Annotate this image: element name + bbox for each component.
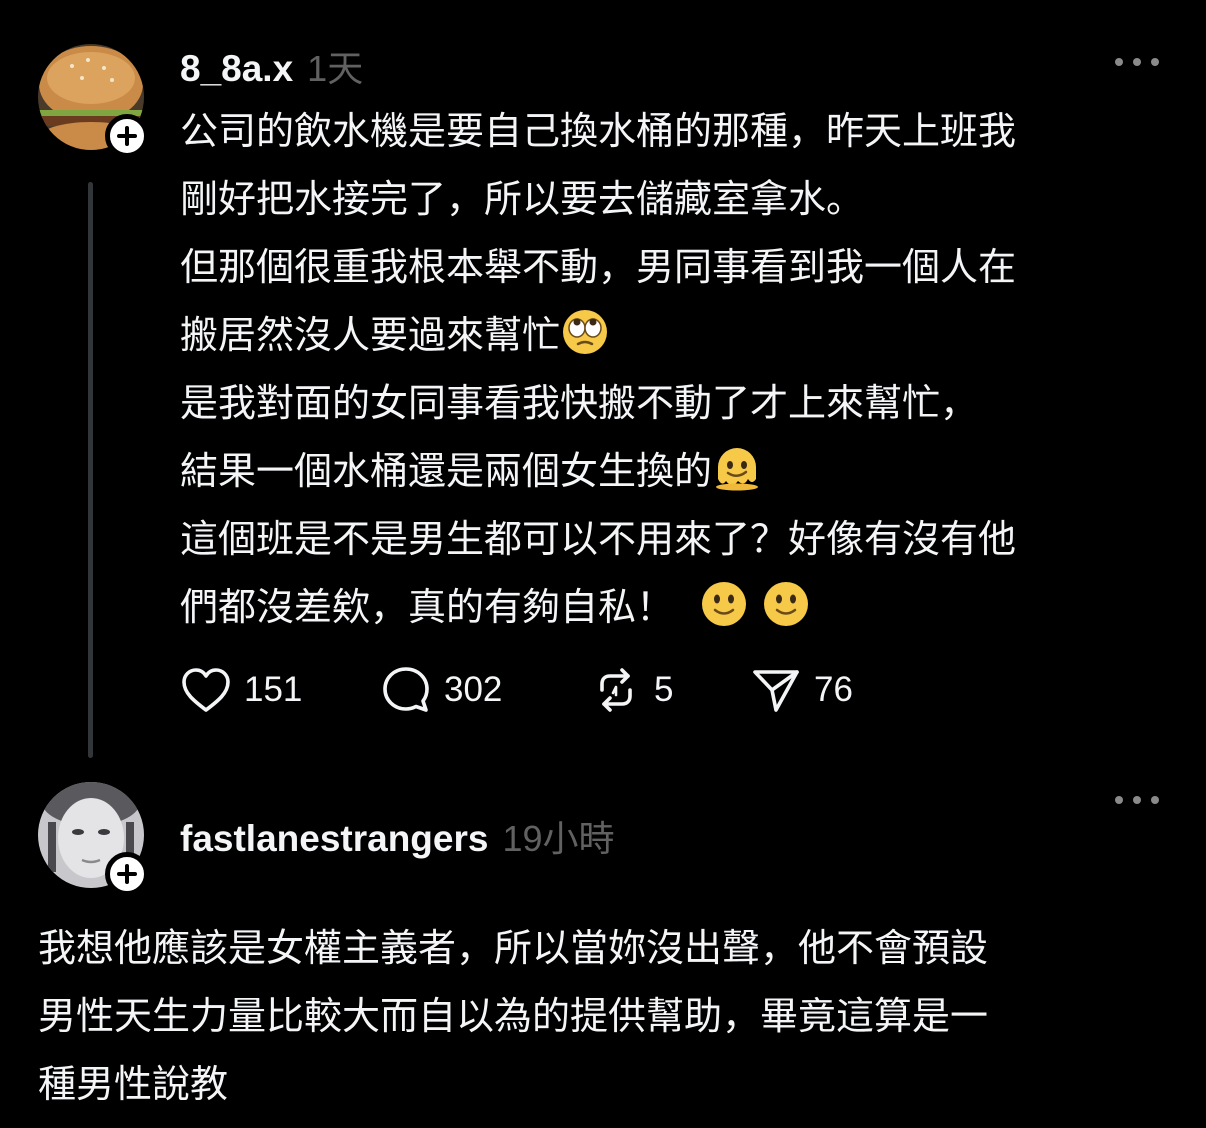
send-icon — [753, 670, 799, 712]
heart-icon — [182, 668, 230, 712]
share-count: 76 — [814, 670, 853, 709]
text-line: 是我對面的女同事看我快搬不動了才上來幫忙， — [180, 383, 979, 425]
slightly-smiling-face-emoji — [701, 582, 746, 626]
eye-roll-emoji — [563, 310, 608, 354]
post-text: 我想他應該是女權主義者，所以當妳沒出聲，他不會預設 男性天生力量比較大而自以為的… — [38, 915, 988, 1119]
text-line: 我想他應該是女權主義者，所以當妳沒出聲，他不會預設 — [38, 928, 989, 970]
plus-icon — [117, 126, 137, 146]
reply-card: fastlanestrangers 19小時 我想他應該是女權主義者，所以當妳沒… — [0, 770, 1206, 1128]
text-line: 結果一個水桶還是兩個女生換的 — [180, 451, 713, 493]
text-line: 公司的飲水機是要自己換水桶的那種，昨天上班我 — [180, 111, 1017, 153]
comment-button[interactable]: 302 — [380, 664, 590, 716]
repost-icon — [600, 668, 632, 712]
melting-face-emoji — [716, 448, 759, 491]
like-count: 151 — [244, 670, 303, 709]
comment-bubble-icon — [383, 667, 429, 712]
username[interactable]: fastlanestrangers — [180, 818, 488, 860]
post-text: 公司的飲水機是要自己換水桶的那種，昨天上班我 剛好把水接完了，所以要去儲藏室拿水… — [180, 98, 1016, 642]
comment-count: 302 — [444, 670, 503, 709]
post-card: 8_8a.x 1天 公司的飲水機是要自己換水桶的那種，昨天上班我 剛好把水接完了… — [0, 0, 1206, 770]
slightly-smiling-face-emoji — [763, 582, 808, 626]
text-line-with-emoji: 們都沒差欸，真的有夠自私！ — [180, 574, 1016, 642]
plus-icon — [117, 864, 137, 884]
repost-count: 5 — [654, 670, 674, 709]
share-button[interactable]: 76 — [750, 664, 890, 716]
more-horizontal-icon[interactable] — [1115, 52, 1159, 72]
text-line: 種男性說教 — [38, 1064, 229, 1106]
thread-line — [88, 182, 93, 758]
timestamp: 1天 — [307, 48, 364, 89]
text-line: 們都沒差欸，真的有夠自私！ — [180, 587, 685, 629]
post-header: 8_8a.x 1天 — [180, 40, 363, 92]
post-header: fastlanestrangers 19小時 — [180, 810, 615, 862]
action-bar: 151 302 5 76 — [180, 662, 890, 718]
follow-button[interactable] — [105, 114, 149, 158]
text-line: 搬居然沒人要過來幫忙 — [180, 315, 561, 357]
username[interactable]: 8_8a.x — [180, 48, 293, 90]
repost-button[interactable]: 5 — [590, 664, 750, 716]
more-horizontal-icon[interactable] — [1115, 790, 1159, 810]
timestamp: 19小時 — [502, 818, 615, 859]
text-line: 這個班是不是男生都可以不用來了？好像有沒有他 — [180, 519, 1017, 561]
text-line: 男性天生力量比較大而自以為的提供幫助，畢竟這算是一 — [38, 996, 989, 1038]
text-line: 剛好把水接完了，所以要去儲藏室拿水。 — [180, 179, 865, 221]
text-line-with-emoji: 搬居然沒人要過來幫忙 — [180, 302, 1016, 370]
like-button[interactable]: 151 — [180, 666, 380, 714]
follow-button[interactable] — [105, 852, 149, 896]
text-line: 但那個很重我根本舉不動，男同事看到我一個人在 — [180, 247, 1017, 289]
text-line-with-emoji: 結果一個水桶還是兩個女生換的 — [180, 438, 1016, 506]
